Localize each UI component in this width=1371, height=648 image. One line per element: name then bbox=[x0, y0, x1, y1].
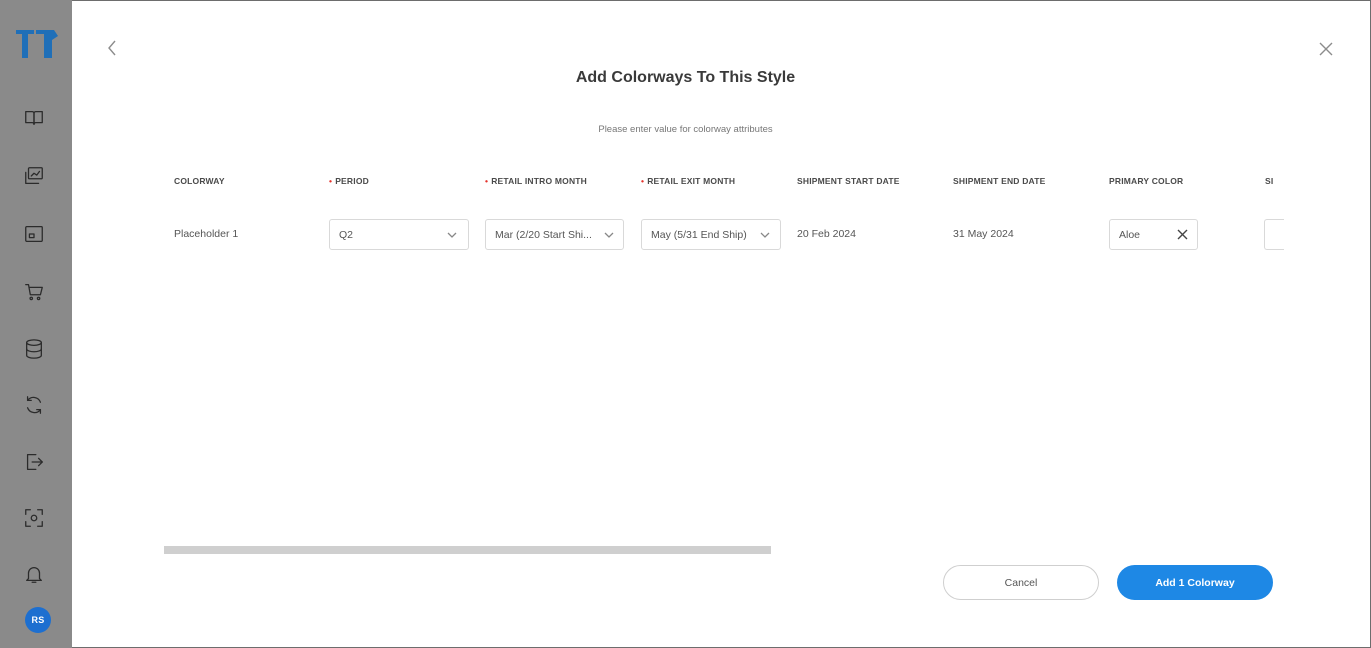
add-colorway-button[interactable]: Add 1 Colorway bbox=[1117, 565, 1273, 600]
avatar[interactable]: RS bbox=[25, 607, 51, 633]
period-select[interactable]: Q2 bbox=[329, 219, 469, 250]
chevron-down-icon bbox=[446, 229, 458, 241]
shipment-end-date: 31 May 2024 bbox=[953, 228, 1014, 240]
column-header-retail-intro-month: • RETAIL INTRO MONTH bbox=[485, 176, 588, 186]
cart-icon[interactable] bbox=[22, 280, 46, 304]
dialog-title: Add Colorways To This Style bbox=[575, 69, 796, 86]
column-header-secondary: SI bbox=[1265, 176, 1274, 186]
tee-logo-icon[interactable] bbox=[14, 26, 58, 60]
retail-intro-month-select[interactable]: Mar (2/20 Start Shi... bbox=[485, 219, 624, 250]
bell-icon[interactable] bbox=[22, 562, 46, 586]
cancel-button[interactable]: Cancel bbox=[943, 565, 1099, 600]
primary-color-value: Aloe bbox=[1119, 228, 1141, 241]
period-value: Q2 bbox=[339, 228, 354, 241]
dialog-subtitle: Please enter value for colorway attribut… bbox=[598, 124, 773, 135]
image-icon[interactable] bbox=[22, 222, 46, 246]
scan-icon[interactable] bbox=[22, 506, 46, 530]
clear-icon[interactable] bbox=[1176, 228, 1189, 241]
chevron-down-icon bbox=[759, 229, 771, 241]
required-marker: • bbox=[641, 176, 645, 186]
database-icon[interactable] bbox=[22, 337, 46, 361]
retail-exit-month-select[interactable]: May (5/31 End Ship) bbox=[641, 219, 781, 250]
chevron-left-icon bbox=[108, 40, 116, 56]
column-header-shipment-end-date: SHIPMENT END DATE bbox=[953, 176, 1046, 186]
column-header-primary-color: PRIMARY COLOR bbox=[1109, 176, 1184, 186]
back-button[interactable] bbox=[103, 38, 121, 58]
close-button[interactable] bbox=[1316, 39, 1336, 59]
secondary-field[interactable] bbox=[1264, 219, 1284, 250]
required-marker: • bbox=[329, 176, 333, 186]
primary-color-field[interactable]: Aloe bbox=[1109, 219, 1198, 250]
sidebar: RS bbox=[0, 0, 72, 648]
required-marker: • bbox=[485, 176, 489, 186]
colorway-name: Placeholder 1 bbox=[174, 228, 239, 240]
shipment-start-date: 20 Feb 2024 bbox=[797, 228, 856, 240]
retail-intro-month-value: Mar (2/20 Start Shi... bbox=[495, 228, 592, 241]
chevron-down-icon bbox=[603, 229, 615, 241]
column-header-colorway: COLORWAY bbox=[174, 176, 225, 186]
export-icon[interactable] bbox=[22, 450, 46, 474]
sync-icon[interactable] bbox=[22, 393, 46, 417]
column-header-period: • PERIOD bbox=[329, 176, 369, 186]
column-header-shipment-start-date: SHIPMENT START DATE bbox=[797, 176, 900, 186]
retail-exit-month-value: May (5/31 End Ship) bbox=[651, 228, 747, 241]
horizontal-scrollbar[interactable] bbox=[164, 546, 771, 554]
column-header-retail-exit-month: • RETAIL EXIT MONTH bbox=[641, 176, 736, 186]
close-icon bbox=[1319, 42, 1333, 56]
image-gallery-icon[interactable] bbox=[22, 164, 46, 188]
